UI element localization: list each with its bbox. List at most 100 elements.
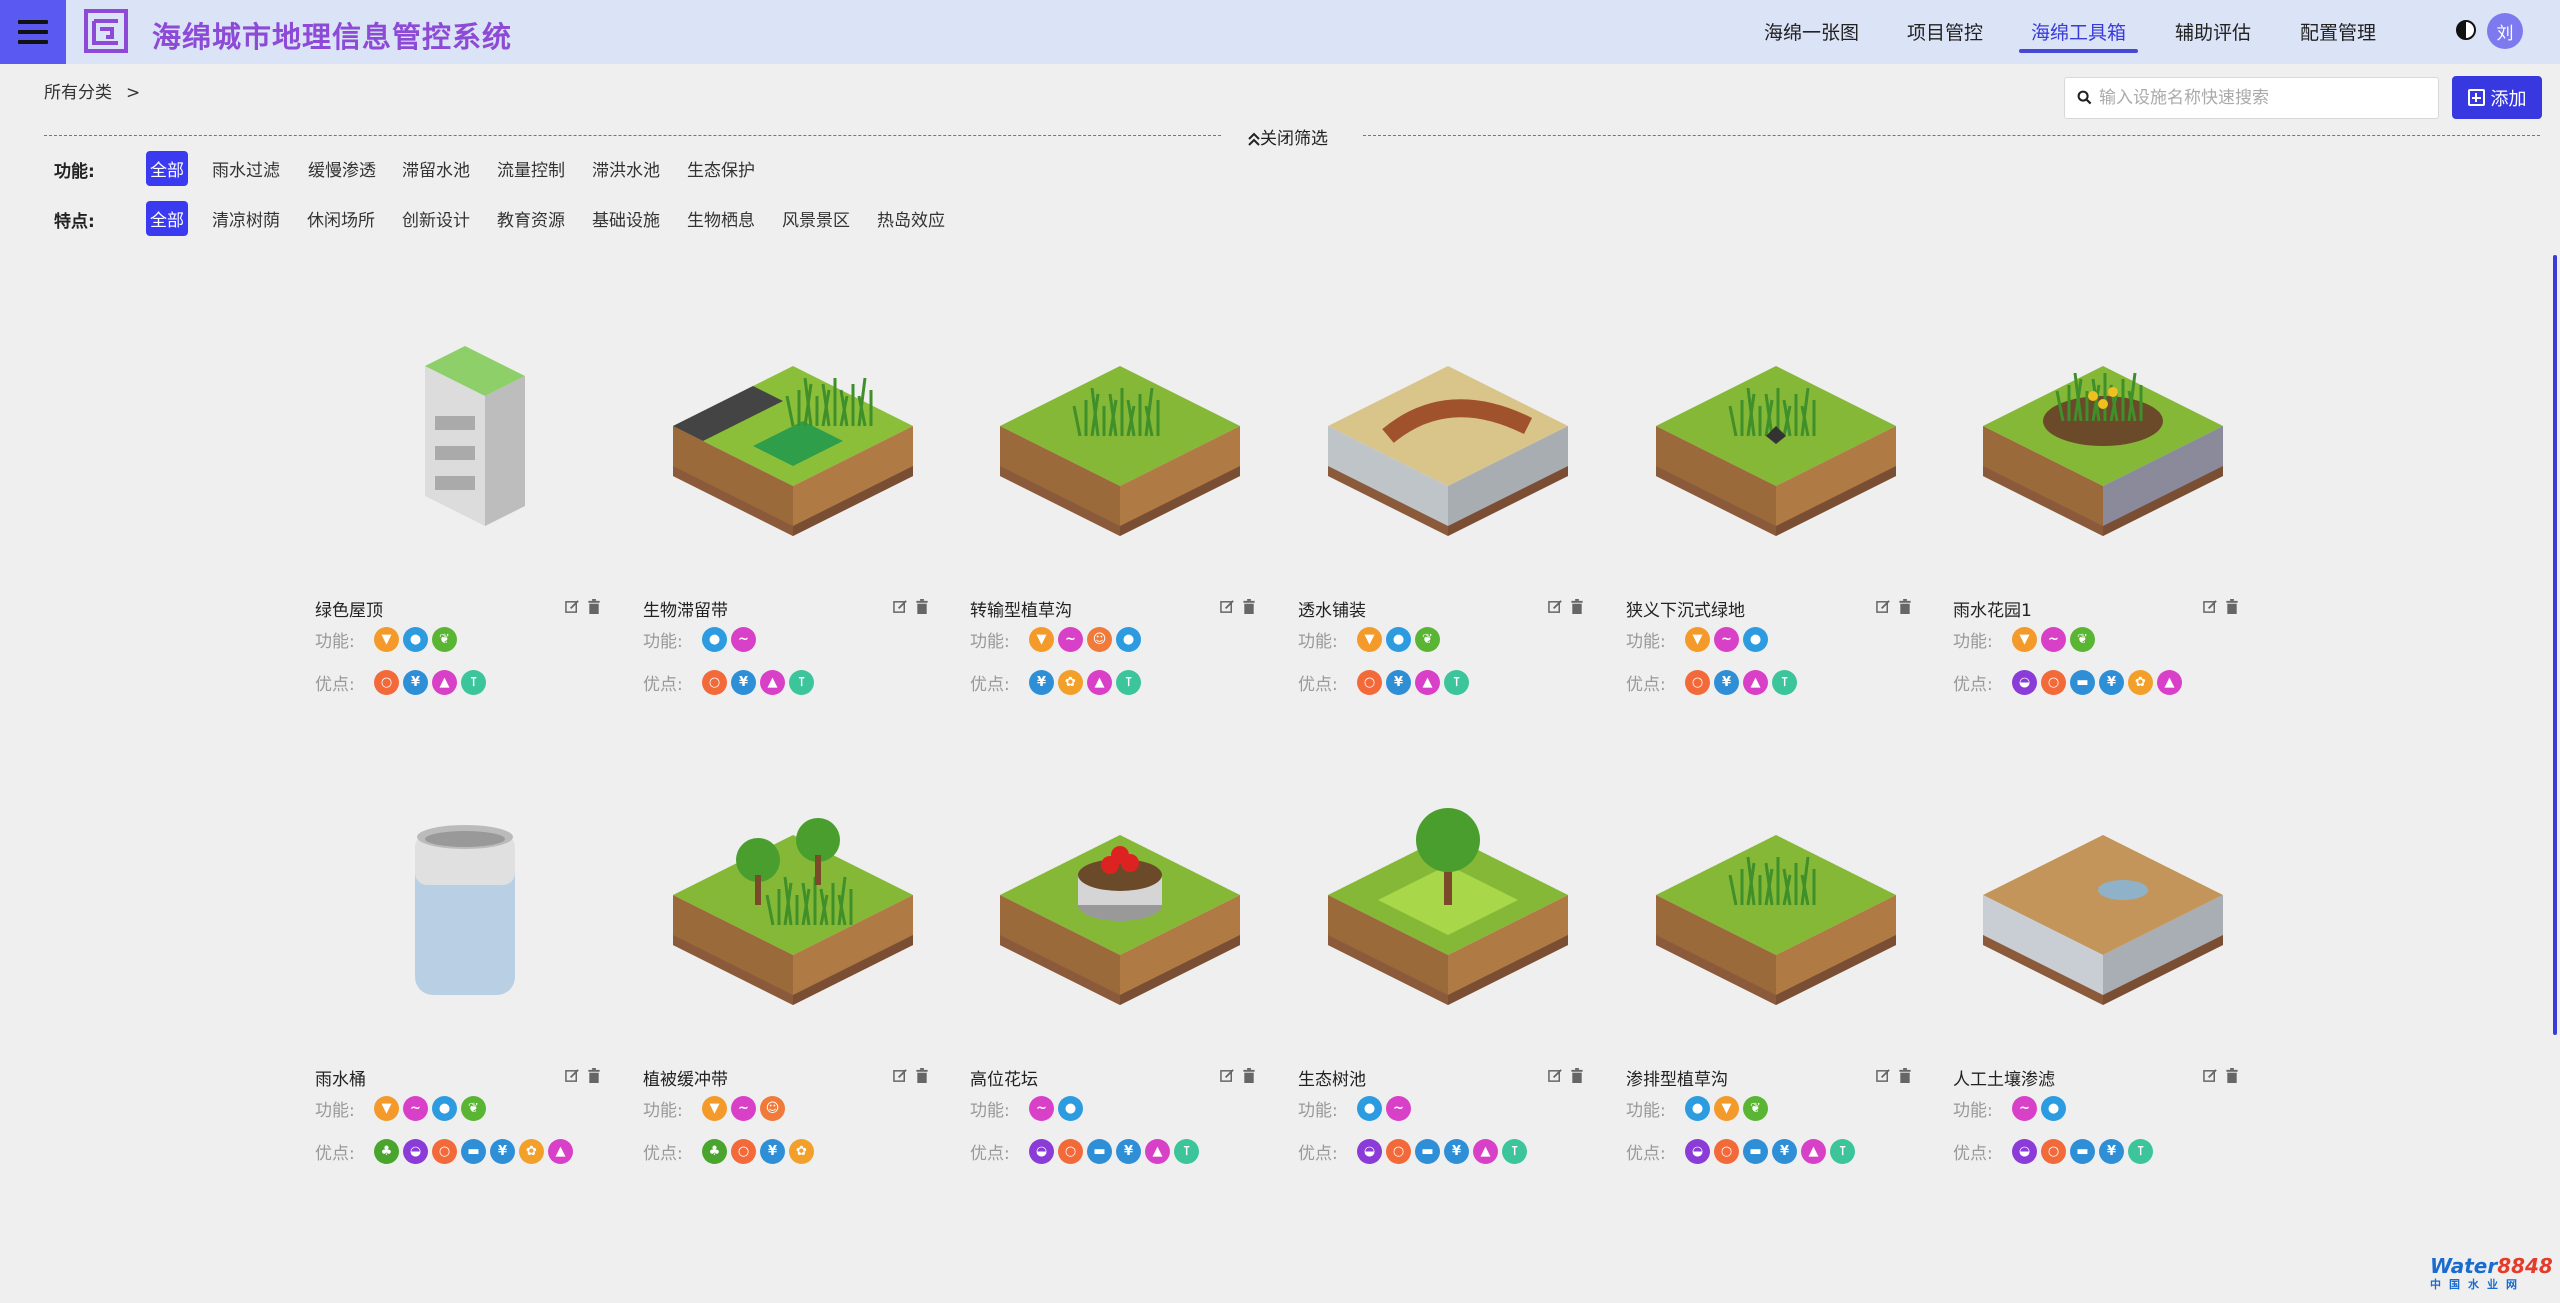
facility-card[interactable]: 绿色屋顶 功能: ▼ ● ❦ 优点: ○ ¥ ▲ ⊺ [315, 326, 615, 756]
nav-sponge-map[interactable]: 海绵一张图 [1764, 18, 1859, 45]
facility-card[interactable]: 雨水桶 功能: ▼ ~ ● ❦ 优点: ♣ ◒ ○ ▬ ¥ ✿ ▲ [315, 795, 615, 1225]
function-row-label: 功能: [970, 632, 1010, 652]
feature-filter-chip[interactable]: 清凉树荫 [208, 201, 284, 236]
breadcrumb-root[interactable]: 所有分类 [44, 83, 112, 103]
facility-illustration[interactable] [315, 795, 615, 1065]
edit-icon[interactable] [893, 599, 908, 614]
feature-filter-chip[interactable]: 休闲场所 [303, 201, 379, 236]
feature-filter-chip[interactable]: 基础设施 [588, 201, 664, 236]
edit-icon[interactable] [1876, 599, 1891, 614]
feature-filter-chip[interactable]: 热岛效应 [873, 201, 949, 236]
trash-icon[interactable] [1898, 1068, 1912, 1083]
drop-icon: ● [432, 1096, 457, 1121]
dish-icon: ◒ [1029, 1139, 1054, 1164]
facility-card[interactable]: 生物滞留带 功能: ● ~ 优点: ○ ¥ ▲ ⊺ [643, 326, 943, 756]
feature-filter-chip[interactable]: 教育资源 [493, 201, 569, 236]
facility-name[interactable]: 狭义下沉式绿地 [1626, 596, 1745, 621]
search-input[interactable] [2099, 78, 2429, 118]
trash-icon[interactable] [915, 599, 929, 614]
facility-name[interactable]: 转输型植草沟 [970, 596, 1072, 621]
facility-card[interactable]: 植被缓冲带 功能: ▼ ~ ☺ 优点: ♣ ○ ¥ ✿ [643, 795, 943, 1225]
trash-icon[interactable] [2225, 599, 2239, 614]
function-filter-chip[interactable]: 全部 [146, 151, 188, 186]
facility-illustration[interactable] [1953, 795, 2253, 1065]
facility-card[interactable]: 透水铺装 功能: ▼ ● ❦ 优点: ○ ¥ ▲ ⊺ [1298, 326, 1598, 756]
facility-name[interactable]: 雨水花园1 [1953, 596, 2032, 621]
user-avatar[interactable]: 刘 [2487, 13, 2523, 49]
thermo-icon: ⊺ [1502, 1139, 1527, 1164]
nav-config-management[interactable]: 配置管理 [2300, 18, 2376, 45]
close-filter-toggle[interactable]: 关闭筛选 [1248, 124, 1328, 149]
facility-card[interactable]: 雨水花园1 功能: ▼ ~ ❦ 优点: ◒ ○ ▬ ¥ ✿ ▲ [1953, 326, 2253, 756]
bulb-icon: ○ [1357, 670, 1382, 695]
nav-assist-evaluation[interactable]: 辅助评估 [2175, 18, 2251, 45]
facility-card[interactable]: 生态树池 功能: ● ~ 优点: ◒ ○ ▬ ¥ ▲ ⊺ [1298, 795, 1598, 1225]
trash-icon[interactable] [587, 1068, 601, 1083]
trash-icon[interactable] [2225, 1068, 2239, 1083]
facility-card[interactable]: 狭义下沉式绿地 功能: ▼ ~ ● 优点: ○ ¥ ▲ ⊺ [1626, 326, 1926, 756]
sun-icon: ✿ [1058, 670, 1083, 695]
function-filter-chip[interactable]: 生态保护 [683, 151, 759, 186]
edit-icon[interactable] [2203, 1068, 2218, 1083]
facility-illustration[interactable] [643, 326, 943, 596]
facility-name[interactable]: 雨水桶 [315, 1065, 366, 1090]
yen-icon: ¥ [2099, 670, 2124, 695]
advantage-row-label: 优点: [1298, 675, 1338, 695]
facility-name[interactable]: 高位花坛 [970, 1065, 1038, 1090]
edit-icon[interactable] [1548, 1068, 1563, 1083]
theme-toggle-icon[interactable] [2456, 20, 2476, 40]
feature-filter-chip[interactable]: 创新设计 [398, 201, 474, 236]
function-filter-chip[interactable]: 滞留水池 [398, 151, 474, 186]
trash-icon[interactable] [1898, 599, 1912, 614]
facility-name[interactable]: 透水铺装 [1298, 596, 1366, 621]
feature-filter-chip[interactable]: 全部 [146, 201, 188, 236]
facility-illustration[interactable] [1953, 326, 2253, 596]
facility-name[interactable]: 人工土壤渗滤 [1953, 1065, 2055, 1090]
trash-icon[interactable] [1242, 599, 1256, 614]
sun-icon: ✿ [519, 1139, 544, 1164]
facility-illustration[interactable] [970, 326, 1270, 596]
edit-icon[interactable] [893, 1068, 908, 1083]
edit-icon[interactable] [1220, 1068, 1235, 1083]
trash-icon[interactable] [915, 1068, 929, 1083]
facility-illustration[interactable] [1298, 795, 1598, 1065]
edit-icon[interactable] [565, 1068, 580, 1083]
filter-icon: ▼ [1029, 627, 1054, 652]
function-filter-chip[interactable]: 滞洪水池 [588, 151, 664, 186]
facility-name[interactable]: 植被缓冲带 [643, 1065, 728, 1090]
facility-name[interactable]: 渗排型植草沟 [1626, 1065, 1728, 1090]
edit-icon[interactable] [565, 599, 580, 614]
function-filter-chip[interactable]: 雨水过滤 [208, 151, 284, 186]
facility-illustration[interactable] [970, 795, 1270, 1065]
edit-icon[interactable] [2203, 599, 2218, 614]
scrollbar[interactable] [2553, 255, 2557, 1035]
facility-illustration[interactable] [1298, 326, 1598, 596]
trash-icon[interactable] [587, 599, 601, 614]
facility-card[interactable]: 渗排型植草沟 功能: ● ▼ ❦ 优点: ◒ ○ ▬ ¥ ▲ ⊺ [1626, 795, 1926, 1225]
edit-icon[interactable] [1876, 1068, 1891, 1083]
facility-illustration[interactable] [1626, 795, 1926, 1065]
trash-icon[interactable] [1570, 1068, 1584, 1083]
facility-illustration[interactable] [643, 795, 943, 1065]
facility-name[interactable]: 绿色屋顶 [315, 596, 383, 621]
add-button[interactable]: 添加 [2452, 76, 2542, 119]
trash-icon[interactable] [1570, 599, 1584, 614]
facility-card[interactable]: 转输型植草沟 功能: ▼ ~ ☺ ● 优点: ¥ ✿ ▲ ⊺ [970, 326, 1270, 756]
function-row-label: 功能: [1298, 1101, 1338, 1121]
facility-name[interactable]: 生物滞留带 [643, 596, 728, 621]
function-filter-chip[interactable]: 流量控制 [493, 151, 569, 186]
function-filter-chip[interactable]: 缓慢渗透 [304, 151, 380, 186]
edit-icon[interactable] [1220, 599, 1235, 614]
menu-button[interactable] [0, 0, 66, 64]
facility-card[interactable]: 高位花坛 功能: ~ ● 优点: ◒ ○ ▬ ¥ ▲ ⊺ [970, 795, 1270, 1225]
facility-name[interactable]: 生态树池 [1298, 1065, 1366, 1090]
trash-icon[interactable] [1242, 1068, 1256, 1083]
edit-icon[interactable] [1548, 599, 1563, 614]
nav-sponge-toolbox[interactable]: 海绵工具箱 [2031, 18, 2126, 45]
facility-illustration[interactable] [315, 326, 615, 596]
feature-filter-chip[interactable]: 风景景区 [778, 201, 854, 236]
facility-card[interactable]: 人工土壤渗滤 功能: ~ ● 优点: ◒ ○ ▬ ¥ ⊺ [1953, 795, 2253, 1225]
nav-project-control[interactable]: 项目管控 [1907, 18, 1983, 45]
feature-filter-chip[interactable]: 生物栖息 [683, 201, 759, 236]
facility-illustration[interactable] [1626, 326, 1926, 596]
